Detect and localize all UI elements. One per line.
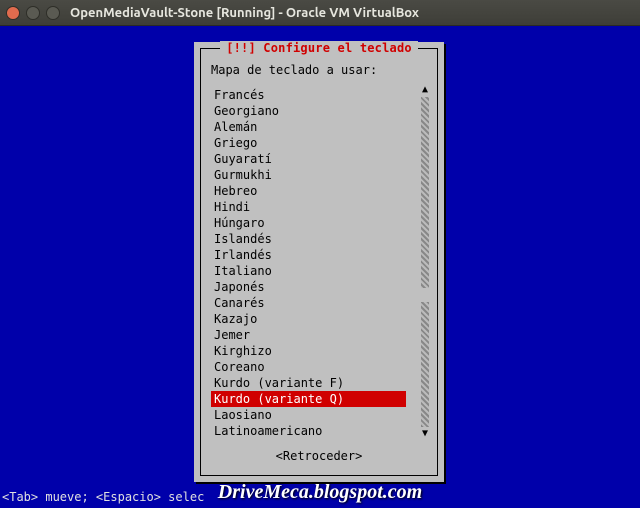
scrollbar-thumb[interactable]: [421, 288, 429, 302]
back-button[interactable]: <Retroceder>: [201, 449, 437, 463]
list-item[interactable]: Jemer: [211, 327, 419, 343]
list-item[interactable]: Kurdo (variante Q): [211, 391, 406, 407]
minimize-icon[interactable]: [26, 6, 40, 20]
list-item[interactable]: Italiano: [211, 263, 419, 279]
list-item[interactable]: Alemán: [211, 119, 419, 135]
list-item[interactable]: Kurdo (variante F): [211, 375, 419, 391]
scrollbar-track[interactable]: [421, 97, 429, 427]
list-item[interactable]: Griego: [211, 135, 419, 151]
list-item[interactable]: Kirghizo: [211, 343, 419, 359]
dialog-border: [!!] Configure el teclado Mapa de teclad…: [200, 48, 438, 476]
list-item[interactable]: Gurmukhi: [211, 167, 419, 183]
list-item[interactable]: Latinoamericano: [211, 423, 419, 439]
dialog-title-text: [!!] Configure el teclado: [220, 41, 418, 55]
keyboard-list[interactable]: EsperantoEstonioEtíopeFinlandésFrancésGe…: [211, 85, 419, 439]
scroll-up-icon[interactable]: ▲: [421, 85, 429, 95]
list-item[interactable]: Irlandés: [211, 247, 419, 263]
dialog-title: [!!] Configure el teclado: [201, 41, 437, 55]
list-item[interactable]: Kazajo: [211, 311, 419, 327]
list-item[interactable]: Francés: [211, 87, 419, 103]
dialog-prompt: Mapa de teclado a usar:: [211, 63, 377, 77]
list-item[interactable]: Georgiano: [211, 103, 419, 119]
list-item[interactable]: Guyaratí: [211, 151, 419, 167]
dialog-configure-keyboard: [!!] Configure el teclado Mapa de teclad…: [194, 42, 444, 482]
navigation-hint: <Tab> mueve; <Espacio> selec: [2, 490, 204, 504]
list-item[interactable]: Canarés: [211, 295, 419, 311]
list-item[interactable]: Japonés: [211, 279, 419, 295]
window-title: OpenMediaVault-Stone [Running] - Oracle …: [70, 6, 419, 20]
list-item[interactable]: Hebreo: [211, 183, 419, 199]
list-item[interactable]: Hindi: [211, 199, 419, 215]
maximize-icon[interactable]: [46, 6, 60, 20]
scrollbar[interactable]: ▲ ▼: [421, 85, 429, 439]
list-item[interactable]: Laosiano: [211, 407, 419, 423]
scroll-down-icon[interactable]: ▼: [421, 429, 429, 439]
list-item[interactable]: Coreano: [211, 359, 419, 375]
window-titlebar: OpenMediaVault-Stone [Running] - Oracle …: [0, 0, 640, 26]
list-item[interactable]: Húngaro: [211, 215, 419, 231]
vm-screen: [!!] Configure el teclado Mapa de teclad…: [0, 26, 640, 508]
list-item[interactable]: Islandés: [211, 231, 419, 247]
close-icon[interactable]: [6, 6, 20, 20]
